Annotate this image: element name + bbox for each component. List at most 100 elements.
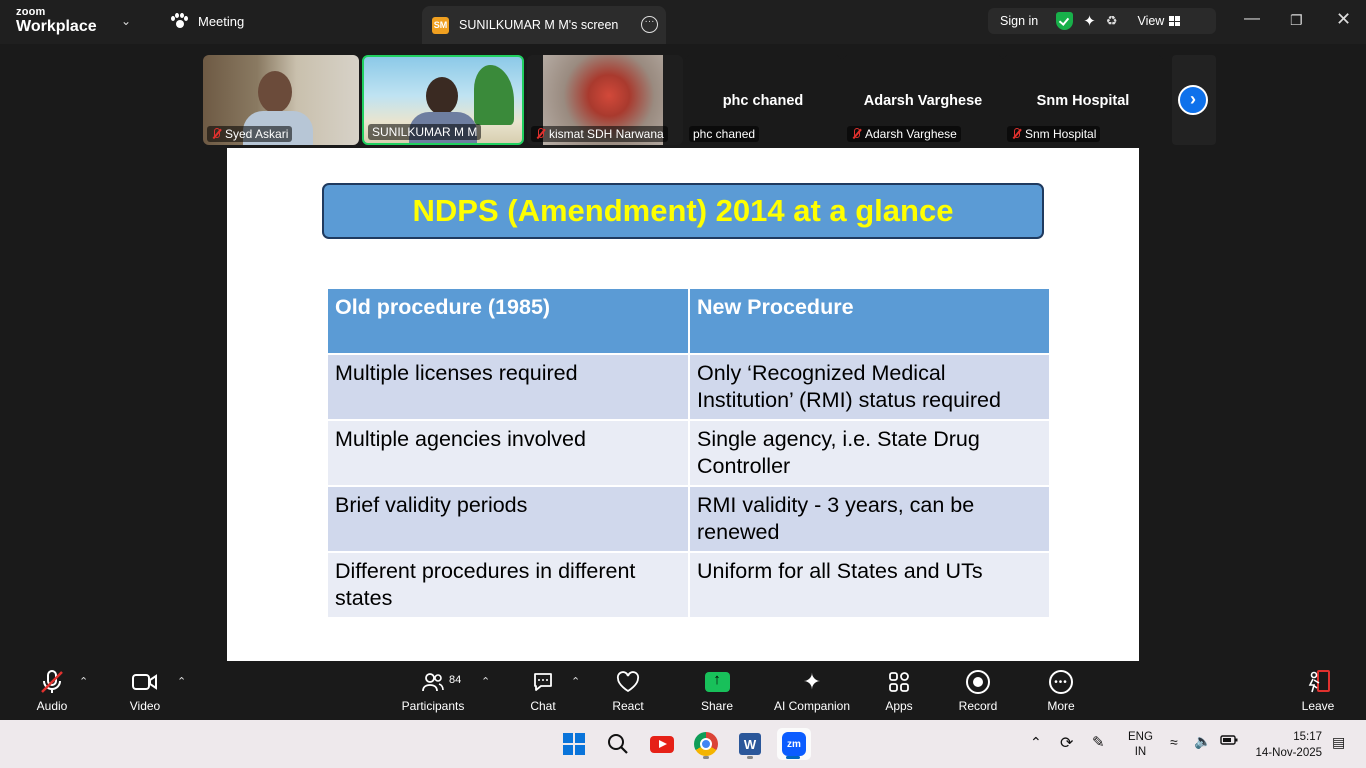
- participant-tile[interactable]: Syed Askari: [203, 55, 359, 145]
- participant-name: Adarsh Varghese: [847, 126, 961, 142]
- wifi-icon[interactable]: ≈: [1170, 734, 1178, 750]
- apps-button[interactable]: Apps: [880, 669, 918, 713]
- leave-label: Leave: [1301, 699, 1335, 713]
- close-icon[interactable]: ✕: [1336, 9, 1351, 30]
- shared-screen: NDPS (Amendment) 2014 at a glance Old pr…: [227, 148, 1139, 661]
- clock[interactable]: 15:17 14-Nov-2025: [1250, 729, 1322, 761]
- meeting-menu-button[interactable]: Meeting: [170, 13, 244, 29]
- shared-screen-tab[interactable]: SM SUNILKUMAR M M's screen ···: [422, 6, 666, 44]
- table-header-cell: Old procedure (1985): [326, 287, 690, 355]
- chevron-up-icon[interactable]: ⌃: [481, 675, 490, 688]
- restore-icon[interactable]: ❐: [1290, 12, 1303, 29]
- table-row: Different procedures in different states…: [326, 551, 1051, 619]
- meeting-label: Meeting: [198, 13, 245, 29]
- security-shield-icon[interactable]: [1056, 12, 1074, 30]
- participant-tile[interactable]: Snm Hospital Snm Hospital: [1003, 55, 1163, 145]
- running-indicator: [703, 756, 709, 759]
- participant-name: phc chaned: [689, 126, 760, 142]
- slide-title: NDPS (Amendment) 2014 at a glance: [322, 183, 1044, 239]
- word-app[interactable]: W: [734, 728, 766, 760]
- view-button[interactable]: View: [1137, 14, 1181, 28]
- mic-muted-icon: [211, 128, 221, 140]
- meeting-toolbar: Audio ⌃ Video ⌃ 84 Participants ⌃ Chat ⌃…: [0, 661, 1366, 720]
- video-button[interactable]: Video: [124, 669, 166, 713]
- chevron-up-icon[interactable]: ⌃: [1030, 734, 1042, 751]
- chat-label: Chat: [530, 699, 556, 713]
- ai-companion-label: AI Companion: [773, 699, 851, 713]
- ai-companion-button[interactable]: ✦ AI Companion: [770, 669, 854, 713]
- audio-button[interactable]: Audio: [30, 669, 74, 713]
- top-right-controls: Sign in ✦ ♻ View: [988, 8, 1216, 34]
- table-cell: Uniform for all States and UTs: [688, 551, 1051, 619]
- table-cell: Different procedures in different states: [326, 551, 690, 619]
- table-header-row: Old procedure (1985) New Procedure: [326, 287, 1051, 355]
- sync-icon[interactable]: ⟳: [1060, 733, 1073, 753]
- ai-sparkle-icon[interactable]: ✦: [1083, 12, 1096, 30]
- participants-label: Participants: [401, 699, 465, 713]
- more-icon: •••: [1049, 670, 1073, 694]
- start-button[interactable]: [558, 728, 590, 760]
- region-code: IN: [1134, 746, 1147, 758]
- chat-icon: [526, 669, 560, 695]
- share-button[interactable]: Share: [697, 669, 737, 713]
- zoom-app[interactable]: zm: [777, 728, 811, 760]
- table-cell: Multiple licenses required: [326, 353, 690, 421]
- grid-view-icon: [1169, 16, 1181, 26]
- minimize-icon[interactable]: —: [1244, 10, 1260, 28]
- table-row: Multiple agencies involved Single agency…: [326, 419, 1051, 487]
- participants-button[interactable]: 84 Participants: [400, 669, 466, 713]
- record-button[interactable]: Record: [956, 669, 1000, 713]
- participant-strip: Syed Askari SUNILKUMAR M M kismat SDH Na…: [0, 44, 1366, 148]
- participant-tile[interactable]: phc chaned phc chaned: [685, 55, 841, 145]
- participant-name: Syed Askari: [207, 126, 293, 142]
- participant-display-name: Snm Hospital: [1036, 93, 1130, 109]
- react-button[interactable]: React: [608, 669, 648, 713]
- language-indicator[interactable]: ENG IN: [1128, 730, 1153, 760]
- pen-icon[interactable]: ✎: [1092, 733, 1105, 751]
- search-button[interactable]: [602, 728, 634, 760]
- zoom-workplace-logo[interactable]: zoom Workplace: [16, 7, 97, 35]
- more-button[interactable]: ••• More: [1041, 669, 1081, 713]
- mic-muted-icon: [851, 128, 861, 140]
- leave-button[interactable]: Leave: [1298, 669, 1338, 713]
- chat-button[interactable]: Chat: [526, 669, 560, 713]
- participant-name: SUNILKUMAR M M: [368, 124, 482, 140]
- notification-icon[interactable]: ▤: [1332, 734, 1345, 751]
- participant-tile[interactable]: kismat SDH Narwana: [527, 55, 683, 145]
- chrome-app[interactable]: [690, 728, 722, 760]
- brand-big: Workplace: [16, 18, 97, 35]
- more-label: More: [1047, 699, 1075, 713]
- volume-icon[interactable]: 🔈: [1194, 733, 1211, 750]
- video-label: Video: [129, 699, 161, 713]
- chevron-right-icon[interactable]: ›: [1178, 85, 1208, 115]
- battery-icon[interactable]: [1220, 734, 1238, 749]
- chevron-up-icon[interactable]: ⌃: [177, 675, 186, 688]
- table-row: Multiple licenses required Only ‘Recogni…: [326, 353, 1051, 421]
- running-indicator: [747, 756, 753, 759]
- procedure-table: Old procedure (1985) New Procedure Multi…: [326, 287, 1051, 619]
- paw-icon: [170, 13, 188, 29]
- chevron-up-icon[interactable]: ⌃: [79, 675, 88, 688]
- brand-small: zoom: [16, 6, 46, 18]
- participant-display-name: Adarsh Varghese: [863, 93, 983, 109]
- mic-muted-icon: [30, 669, 74, 695]
- search-icon: [608, 734, 628, 754]
- shared-screen-title: SUNILKUMAR M M's screen: [459, 18, 619, 32]
- layout-icon[interactable]: ♻: [1106, 13, 1118, 29]
- sign-in-button[interactable]: Sign in: [1000, 14, 1038, 28]
- participant-tile-active[interactable]: SUNILKUMAR M M: [362, 55, 524, 145]
- table-cell: Single agency, i.e. State Drug Controlle…: [688, 419, 1051, 487]
- participant-tile[interactable]: Adarsh Varghese Adarsh Varghese: [843, 55, 1003, 145]
- table-cell: Only ‘Recognized Medical Institution’ (R…: [688, 353, 1051, 421]
- more-options-icon[interactable]: ···: [641, 16, 658, 33]
- sharer-avatar: SM: [432, 16, 449, 34]
- table-cell: RMI validity - 3 years, can be renewed: [688, 485, 1051, 553]
- react-label: React: [612, 699, 644, 713]
- chevron-up-icon[interactable]: ⌃: [571, 675, 580, 688]
- chevron-down-icon[interactable]: ⌄: [121, 14, 131, 28]
- mic-muted-icon: [535, 128, 545, 140]
- share-screen-icon: [704, 671, 730, 692]
- table-row: Brief validity periods RMI validity - 3 …: [326, 485, 1051, 553]
- active-indicator: [786, 756, 800, 759]
- youtube-app[interactable]: [646, 728, 678, 760]
